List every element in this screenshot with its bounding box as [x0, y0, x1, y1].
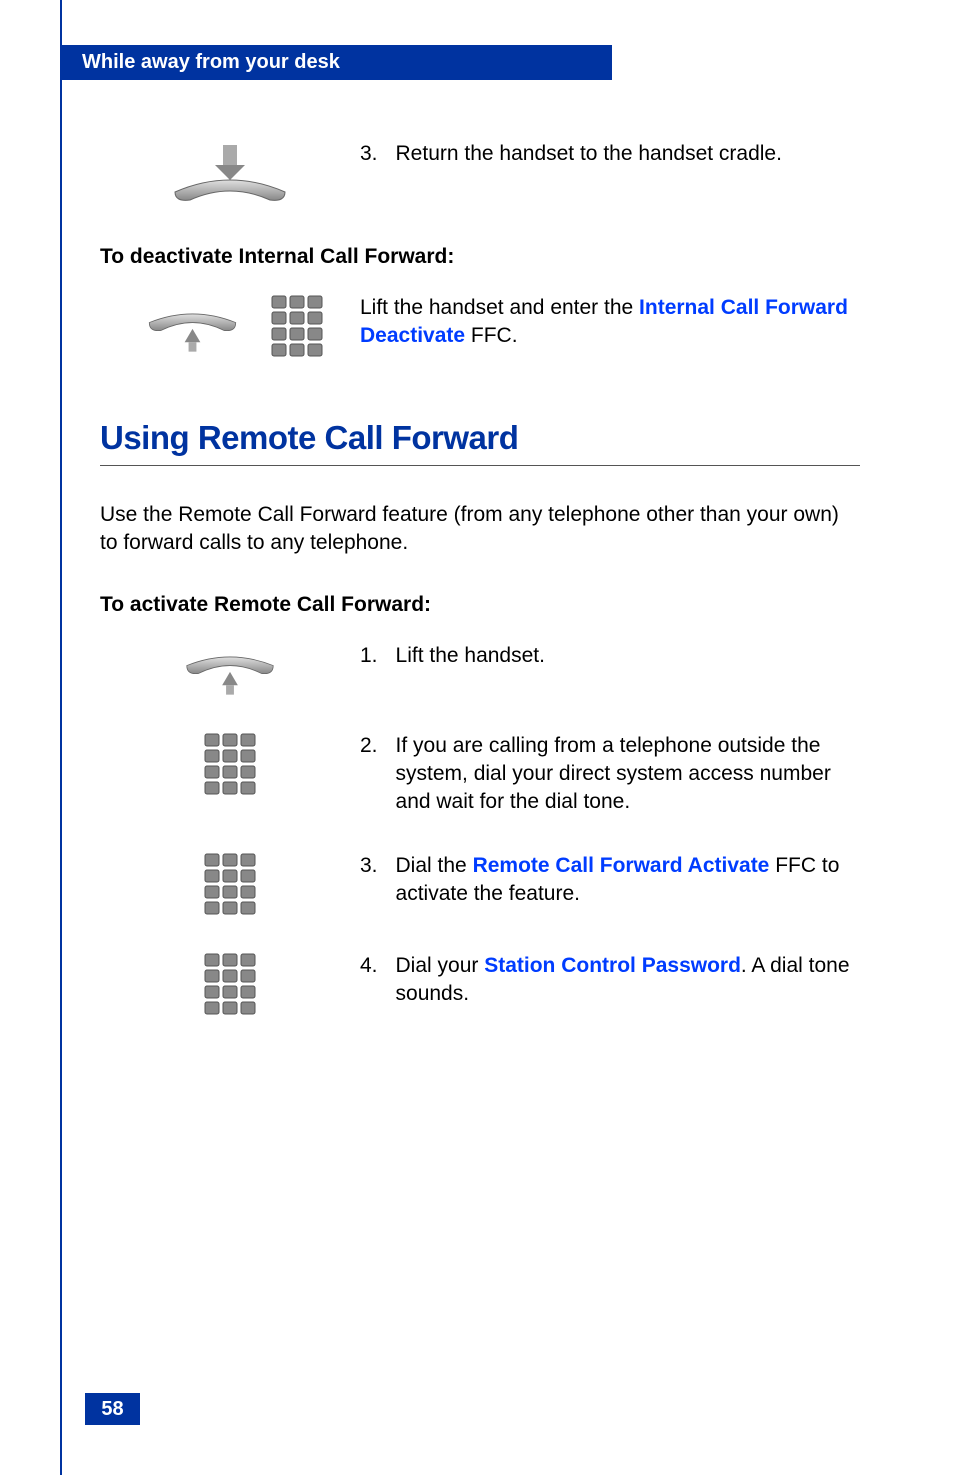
icon-column: [100, 642, 360, 697]
activate-step-1: 1. Lift the handset.: [100, 642, 860, 697]
step-body: Dial the Remote Call Forward Activate FF…: [396, 852, 860, 909]
handset-pickup-icon: [165, 642, 295, 697]
step-text: Lift the handset and enter the Internal …: [360, 294, 860, 351]
keypad-icon: [203, 952, 258, 1017]
activate-heading: To activate Remote Call Forward:: [100, 593, 860, 617]
step-number: 3.: [360, 852, 378, 909]
section-heading: Using Remote Call Forward: [100, 419, 860, 466]
step-deactivate: Lift the handset and enter the Internal …: [100, 294, 860, 359]
page-number: 58: [85, 1393, 140, 1425]
step-body: Return the handset to the handset cradle…: [396, 140, 782, 168]
keypad-icon: [203, 852, 258, 917]
ffc-link[interactable]: Remote Call Forward Activate: [473, 854, 770, 877]
keypad-icon: [270, 294, 325, 359]
page-content: 3. Return the handset to the handset cra…: [100, 140, 860, 1052]
header-title: While away from your desk: [82, 51, 340, 73]
text-before: Dial your: [396, 954, 485, 977]
activate-step-3: 3. Dial the Remote Call Forward Activate…: [100, 852, 860, 917]
step-text: 3. Dial the Remote Call Forward Activate…: [360, 852, 860, 909]
handset-pickup-icon: [135, 299, 250, 354]
text-before: Dial the: [396, 854, 473, 877]
text-before: Lift the handset and enter the: [360, 296, 639, 319]
handset-hangup-icon: [165, 140, 295, 210]
icon-column: [100, 952, 360, 1017]
step-number: 2.: [360, 732, 378, 817]
deactivate-heading: To deactivate Internal Call Forward:: [100, 245, 860, 269]
activate-step-4: 4. Dial your Station Control Password. A…: [100, 952, 860, 1017]
step-text: 2. If you are calling from a telephone o…: [360, 732, 860, 817]
activate-step-2: 2. If you are calling from a telephone o…: [100, 732, 860, 817]
step-number: 1.: [360, 642, 378, 670]
icon-column: [100, 852, 360, 917]
step-number: 3.: [360, 140, 378, 168]
icon-column: [100, 294, 360, 359]
step-body: Lift the handset and enter the Internal …: [360, 294, 860, 351]
step-body: Lift the handset.: [396, 642, 545, 670]
step-return-handset: 3. Return the handset to the handset cra…: [100, 140, 860, 210]
step-body: If you are calling from a telephone outs…: [396, 732, 860, 817]
step-number: 4.: [360, 952, 378, 1009]
left-margin-rule: [60, 0, 62, 1475]
icon-column: [100, 140, 360, 210]
text-after: FFC.: [465, 324, 518, 347]
step-text: 3. Return the handset to the handset cra…: [360, 140, 860, 168]
intro-paragraph: Use the Remote Call Forward feature (fro…: [100, 501, 860, 558]
page-header: While away from your desk: [62, 45, 612, 80]
step-text: 4. Dial your Station Control Password. A…: [360, 952, 860, 1009]
keypad-icon: [203, 732, 258, 797]
step-text: 1. Lift the handset.: [360, 642, 860, 670]
ffc-link[interactable]: Station Control Password: [484, 954, 741, 977]
icon-column: [100, 732, 360, 797]
step-body: Dial your Station Control Password. A di…: [396, 952, 860, 1009]
